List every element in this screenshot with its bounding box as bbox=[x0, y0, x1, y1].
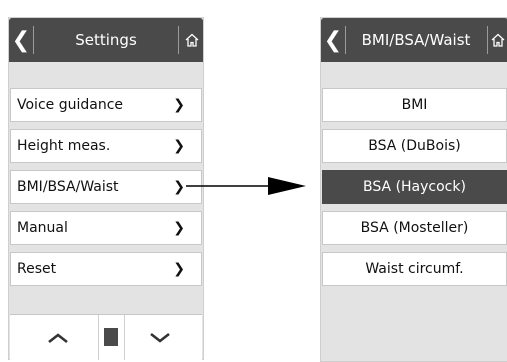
scroll-up-button[interactable] bbox=[28, 315, 88, 360]
scroll-down-button[interactable] bbox=[130, 315, 190, 360]
scroll-bar bbox=[10, 314, 202, 360]
menu-item-height-meas[interactable]: Height meas. ❯ bbox=[10, 129, 202, 163]
back-button[interactable]: ❮ bbox=[9, 18, 33, 62]
menu-item-label: Voice guidance bbox=[17, 97, 124, 113]
menu-item-label: Manual bbox=[17, 220, 68, 236]
menu-item-label: Height meas. bbox=[17, 138, 111, 154]
divider bbox=[98, 315, 99, 360]
chevron-right-icon: ❯ bbox=[173, 220, 185, 236]
chevron-right-icon: ❯ bbox=[173, 97, 185, 113]
back-icon: ❮ bbox=[323, 27, 343, 53]
settings-screen: ❮ Settings Voice guidance ❯ Height meas.… bbox=[8, 17, 204, 360]
back-button[interactable]: ❮ bbox=[321, 18, 345, 62]
menu-item-voice-guidance[interactable]: Voice guidance ❯ bbox=[10, 88, 202, 122]
menu-item-label: Reset bbox=[17, 261, 57, 277]
option-bmi[interactable]: BMI bbox=[322, 88, 507, 122]
menu-item-bmi-bsa-waist[interactable]: BMI/BSA/Waist ❯ bbox=[10, 170, 202, 204]
home-button[interactable] bbox=[179, 18, 205, 62]
option-bsa-haycock[interactable]: BSA (Haycock) bbox=[322, 170, 507, 204]
page-title: BMI/BSA/Waist bbox=[361, 31, 471, 49]
scroll-position-indicator bbox=[104, 328, 118, 346]
chevron-down-icon bbox=[150, 332, 170, 343]
chevron-right-icon: ❯ bbox=[173, 138, 185, 154]
chevron-right-icon: ❯ bbox=[173, 261, 185, 277]
chevron-up-icon bbox=[48, 332, 68, 343]
option-waist-circumf[interactable]: Waist circumf. bbox=[322, 252, 507, 286]
option-bsa-mosteller[interactable]: BSA (Mosteller) bbox=[322, 211, 507, 245]
option-bsa-dubois[interactable]: BSA (DuBois) bbox=[322, 129, 507, 163]
back-icon: ❮ bbox=[11, 27, 31, 53]
settings-header: ❮ Settings bbox=[9, 18, 203, 62]
page-title: Settings bbox=[75, 31, 137, 49]
bmi-bsa-waist-header: ❮ BMI/BSA/Waist bbox=[321, 18, 507, 62]
menu-item-reset[interactable]: Reset ❯ bbox=[10, 252, 202, 286]
home-icon bbox=[185, 33, 199, 47]
menu-item-manual[interactable]: Manual ❯ bbox=[10, 211, 202, 245]
divider bbox=[124, 315, 125, 360]
home-icon bbox=[491, 33, 505, 47]
menu-item-label: BMI/BSA/Waist bbox=[17, 179, 119, 195]
bmi-bsa-waist-screen: ❮ BMI/BSA/Waist BMI BSA (DuBois) BSA (Ha… bbox=[320, 17, 507, 362]
home-button[interactable] bbox=[488, 18, 507, 62]
chevron-right-icon: ❯ bbox=[173, 179, 185, 195]
